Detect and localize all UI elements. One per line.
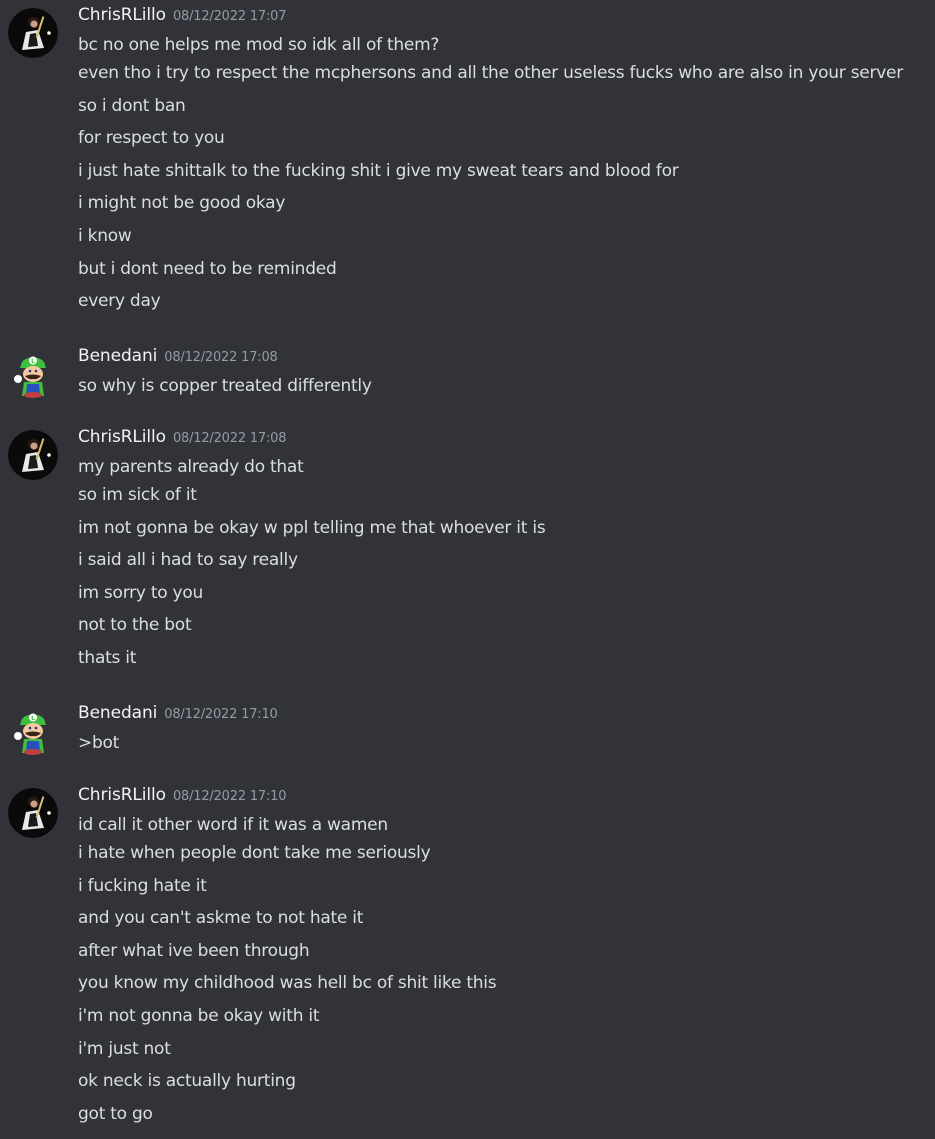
- message-text: not to the bot: [78, 615, 192, 636]
- message-lines: id call it other word if it was a wamen …: [78, 813, 933, 1130]
- message-lines: my parents already do that so im sick of…: [78, 455, 933, 675]
- message-lines: >bot: [78, 731, 933, 755]
- timestamp[interactable]: 08/12/2022 17:10: [173, 789, 287, 804]
- message-text: i might not be good okay: [78, 193, 286, 214]
- username[interactable]: ChrisRLillo: [78, 785, 166, 805]
- message-text: got to go: [78, 1103, 153, 1124]
- timestamp[interactable]: 08/12/2022 17:10: [164, 707, 278, 722]
- timestamp[interactable]: 08/12/2022 17:08: [164, 350, 278, 365]
- chat-message-list: ChrisRLillo 08/12/2022 17:07 bc no one he…: [0, 0, 935, 1139]
- username[interactable]: Benedani: [78, 703, 157, 723]
- message-text: ok neck is actually hurting: [78, 1071, 296, 1092]
- message-text: after what ive been through: [78, 940, 310, 961]
- svg-text:L: L: [31, 715, 35, 722]
- message-text: so why is copper treated differently: [78, 376, 372, 396]
- svg-text:L: L: [31, 358, 35, 365]
- message-text: every day: [78, 291, 161, 312]
- message-header: Benedani 08/12/2022 17:08: [78, 346, 278, 374]
- message-text: my parents already do that: [78, 457, 304, 477]
- green-plumber-avatar-icon[interactable]: L: [8, 349, 58, 399]
- message-text: im sorry to you: [78, 582, 204, 603]
- message-text: i said all i had to say really: [78, 550, 298, 571]
- timestamp[interactable]: 08/12/2022 17:07: [173, 9, 287, 24]
- message-text: even tho i try to respect the mcphersons…: [78, 63, 904, 83]
- message-text: >bot: [78, 733, 120, 753]
- message-text: i'm not gonna be okay with it: [78, 1005, 320, 1026]
- message-text: you know my childhood was hell bc of shi…: [78, 973, 497, 994]
- guitar-player-avatar-icon[interactable]: [8, 788, 58, 838]
- username[interactable]: Benedani: [78, 346, 157, 366]
- green-plumber-avatar-icon[interactable]: L: [8, 706, 58, 756]
- message-header: Benedani 08/12/2022 17:10: [78, 703, 278, 731]
- message-text: im not gonna be okay w ppl telling me th…: [78, 517, 546, 538]
- guitar-player-avatar-icon[interactable]: [8, 8, 58, 58]
- message-text: bc no one helps me mod so idk all of the…: [78, 35, 440, 55]
- message-text: id call it other word if it was a wamen: [78, 815, 388, 835]
- message-lines: bc no one helps me mod so idk all of the…: [78, 33, 933, 318]
- message-text: so i dont ban: [78, 95, 186, 116]
- message-text: i'm just not: [78, 1038, 171, 1059]
- message-text: i hate when people dont take me seriousl…: [78, 843, 431, 863]
- message-header: ChrisRLillo 08/12/2022 17:10: [78, 785, 286, 813]
- guitar-player-avatar-icon[interactable]: [8, 430, 58, 480]
- message-text: but i dont need to be reminded: [78, 258, 337, 279]
- username[interactable]: ChrisRLillo: [78, 5, 166, 25]
- message-text: i fucking hate it: [78, 875, 207, 896]
- message-header: ChrisRLillo 08/12/2022 17:08: [78, 427, 286, 455]
- username[interactable]: ChrisRLillo: [78, 427, 166, 447]
- message-text: i just hate shittalk to the fucking shit…: [78, 160, 679, 181]
- message-header: ChrisRLillo 08/12/2022 17:07: [78, 5, 286, 33]
- message-text: and you can't askme to not hate it: [78, 908, 364, 929]
- timestamp[interactable]: 08/12/2022 17:08: [173, 431, 287, 446]
- message-text: thats it: [78, 647, 137, 668]
- message-lines: so why is copper treated differently: [78, 374, 933, 398]
- message-text: i know: [78, 225, 132, 246]
- message-text: for respect to you: [78, 128, 225, 149]
- message-text: so im sick of it: [78, 485, 197, 505]
